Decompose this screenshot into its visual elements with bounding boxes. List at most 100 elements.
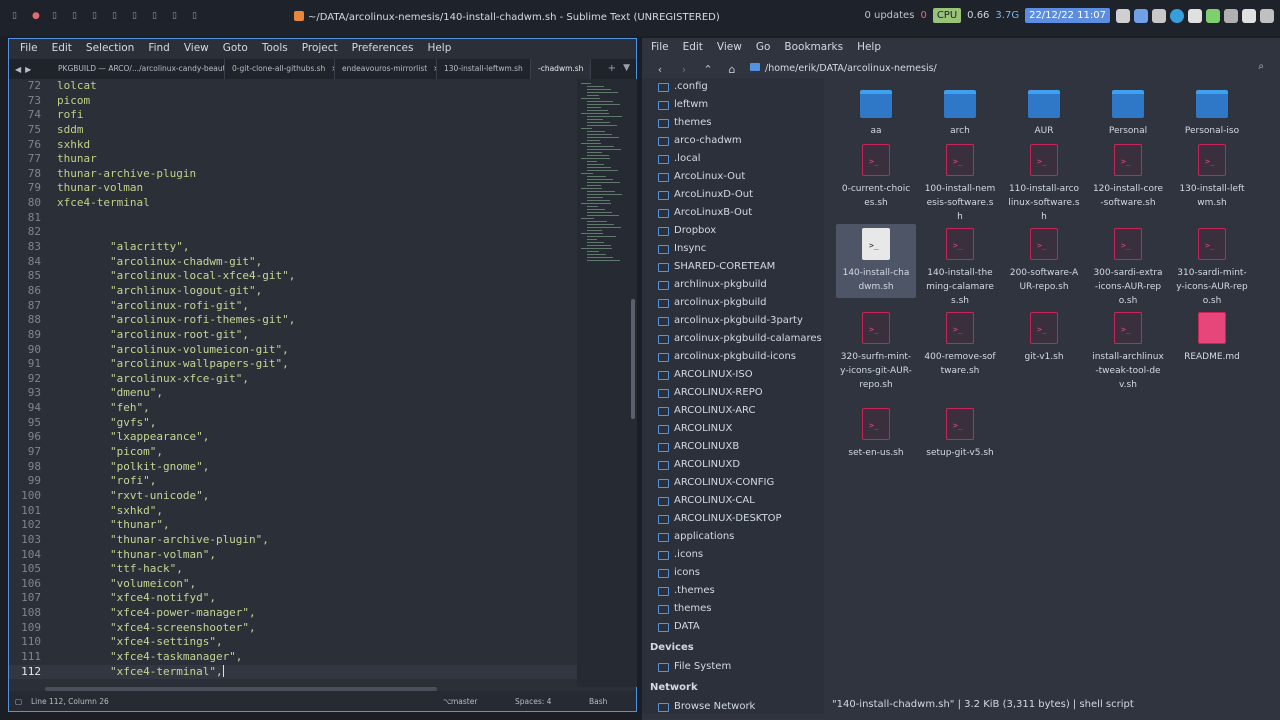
code-line[interactable]: 72 lolcat bbox=[9, 79, 577, 94]
file-item[interactable]: AUR bbox=[1004, 90, 1084, 138]
code-line[interactable]: 93 "dmenu", bbox=[9, 386, 577, 401]
code-line[interactable]: 101 "sxhkd", bbox=[9, 504, 577, 519]
sidebar-item[interactable]: .local bbox=[642, 150, 824, 168]
back-icon[interactable]: ‹ bbox=[648, 63, 672, 76]
code-line[interactable]: 112 "xfce4-terminal", bbox=[9, 664, 577, 680]
sidebar-item[interactable]: icons bbox=[642, 564, 824, 582]
file-item[interactable]: Personal bbox=[1088, 90, 1168, 138]
sidebar-item[interactable]: arcolinux-pkgbuild-3party bbox=[642, 312, 824, 330]
file-item[interactable]: 110-install-arcolinux-software.sh bbox=[1004, 144, 1084, 224]
settings-icon[interactable] bbox=[1260, 8, 1274, 23]
fm-menu-go[interactable]: Go bbox=[749, 38, 778, 58]
file-item[interactable]: git-v1.sh bbox=[1004, 312, 1084, 364]
code-line[interactable]: 103 "thunar-archive-plugin", bbox=[9, 533, 577, 548]
file-item[interactable]: 140-install-chadwm.sh bbox=[836, 224, 916, 298]
code-line[interactable]: 94 "feh", bbox=[9, 401, 577, 416]
code-line[interactable]: 86 "archlinux-logout-git", bbox=[9, 284, 577, 299]
code-line[interactable]: 92 "arcolinux-xfce-git", bbox=[9, 372, 577, 387]
code-line[interactable]: 83 "alacritty", bbox=[9, 240, 577, 255]
file-item[interactable]: README.md bbox=[1172, 312, 1252, 364]
tab-mirrorlist[interactable]: endeavouros-mirrorlist× bbox=[335, 59, 437, 79]
code-area[interactable]: 72 lolcat 73 picom 74 rofi 75 sddm 76 sxhkd 77 thun… bbox=[9, 79, 577, 687]
sidebar-item[interactable]: .icons bbox=[642, 546, 824, 564]
code-line[interactable]: 76 sxhkd bbox=[9, 138, 577, 153]
code-line[interactable]: 96 "lxappearance", bbox=[9, 430, 577, 445]
file-item[interactable]: 320-surfn-mint-y-icons-git-AUR-repo.sh bbox=[836, 312, 916, 392]
menu-edit[interactable]: Edit bbox=[45, 39, 79, 59]
sidebar-item[interactable]: ARCOLINUX-CAL bbox=[642, 492, 824, 510]
syntax[interactable]: Bash bbox=[589, 697, 607, 706]
search-icon[interactable]: ⌕ bbox=[1258, 61, 1264, 72]
code-line[interactable]: 102 "thunar", bbox=[9, 518, 577, 533]
sidebar-item[interactable]: arcolinux-pkgbuild-icons bbox=[642, 348, 824, 366]
sidebar-item[interactable]: Dropbox bbox=[642, 222, 824, 240]
sidebar-item[interactable]: ARCOLINUX-ISO bbox=[642, 366, 824, 384]
menu-preferences[interactable]: Preferences bbox=[345, 39, 421, 59]
sidebar-item[interactable]: ArcoLinux-Out bbox=[642, 168, 824, 186]
gear-icon[interactable] bbox=[1224, 8, 1238, 23]
menu-goto[interactable]: Goto bbox=[216, 39, 255, 59]
vertical-scrollbar[interactable] bbox=[629, 79, 637, 687]
sidebar-item[interactable]: DATA bbox=[642, 618, 824, 636]
file-item[interactable]: Personal-iso bbox=[1172, 90, 1252, 138]
code-line[interactable]: 105 "ttf-hack", bbox=[9, 562, 577, 577]
scrollbar-thumb[interactable] bbox=[631, 299, 635, 419]
tab-git-clone[interactable]: 0-git-clone-all-githubs.sh× bbox=[225, 59, 335, 79]
workspace-9[interactable]: ▯ bbox=[172, 11, 180, 21]
tab-next-icon[interactable]: ▶ bbox=[25, 65, 31, 74]
git-branch[interactable]: master bbox=[451, 697, 477, 706]
updates-indicator[interactable]: 0 updates bbox=[864, 10, 914, 21]
sidebar-item-network[interactable]: Browse Network bbox=[642, 698, 824, 714]
sidebar-item[interactable]: ARCOLINUX bbox=[642, 420, 824, 438]
sidebar-item[interactable]: ARCOLINUX-DESKTOP bbox=[642, 510, 824, 528]
menu-project[interactable]: Project bbox=[295, 39, 345, 59]
tab-chadwm[interactable]: -chadwm.sh● bbox=[531, 59, 591, 79]
discord-icon[interactable] bbox=[1188, 8, 1202, 23]
sidebar-item[interactable]: themes bbox=[642, 600, 824, 618]
sidebar-item[interactable]: ArcoLinuxB-Out bbox=[642, 204, 824, 222]
sidebar-item[interactable]: arcolinux-pkgbuild-calamares bbox=[642, 330, 824, 348]
fm-menu-view[interactable]: View bbox=[710, 38, 749, 58]
bluetooth-icon[interactable] bbox=[1134, 8, 1148, 23]
file-item[interactable]: 400-remove-software.sh bbox=[920, 312, 1000, 378]
code-line[interactable]: 88 "arcolinux-rofi-themes-git", bbox=[9, 313, 577, 328]
menu-find[interactable]: Find bbox=[141, 39, 177, 59]
menu-help[interactable]: Help bbox=[420, 39, 458, 59]
sidebar-item[interactable]: ARCOLINUX-REPO bbox=[642, 384, 824, 402]
tab-menu-icon[interactable]: ▼ bbox=[623, 63, 630, 73]
sidebar-item[interactable]: SHARED-CORETEAM bbox=[642, 258, 824, 276]
code-line[interactable]: 100 "rxvt-unicode", bbox=[9, 489, 577, 504]
code-line[interactable]: 78 thunar-archive-plugin bbox=[9, 167, 577, 182]
workspace-3[interactable]: ▯ bbox=[52, 11, 60, 21]
telegram-icon[interactable] bbox=[1170, 8, 1184, 23]
workspace-indicators[interactable]: ▯ ● ▯ ▯ ▯ ▯ ▯ ▯ ▯ ▯ bbox=[12, 11, 200, 21]
sidebar-item[interactable]: themes bbox=[642, 114, 824, 132]
code-line[interactable]: 104 "thunar-volman", bbox=[9, 548, 577, 563]
workspace-5[interactable]: ▯ bbox=[92, 11, 100, 21]
code-line[interactable]: 74 rofi bbox=[9, 108, 577, 123]
code-line[interactable]: 85 "arcolinux-local-xfce4-git", bbox=[9, 269, 577, 284]
datetime[interactable]: 22/12/22 11:07 bbox=[1025, 8, 1110, 23]
file-item[interactable]: arch bbox=[920, 90, 1000, 138]
code-line[interactable]: 110 "xfce4-settings", bbox=[9, 635, 577, 650]
file-item[interactable]: 0-current-choices.sh bbox=[836, 144, 916, 210]
file-item[interactable]: 140-install-theming-calamares.sh bbox=[920, 228, 1000, 308]
file-item[interactable]: 200-software-AUR-repo.sh bbox=[1004, 228, 1084, 294]
code-line[interactable]: 90 "arcolinux-volumeicon-git", bbox=[9, 343, 577, 358]
sidebar-item[interactable]: .themes bbox=[642, 582, 824, 600]
workspace-2[interactable]: ● bbox=[32, 11, 40, 21]
cursor-position[interactable]: Line 112, Column 26 bbox=[31, 697, 109, 706]
sidebar-item[interactable]: ARCOLINUXB bbox=[642, 438, 824, 456]
file-item[interactable]: set-en-us.sh bbox=[836, 408, 916, 460]
code-line[interactable]: 81 bbox=[9, 211, 577, 226]
menu-view[interactable]: View bbox=[177, 39, 216, 59]
file-item[interactable]: 120-install-core-software.sh bbox=[1088, 144, 1168, 210]
workspace-10[interactable]: ▯ bbox=[192, 11, 200, 21]
code-line[interactable]: 99 "rofi", bbox=[9, 474, 577, 489]
sidebar-item[interactable]: archlinux-pkgbuild bbox=[642, 276, 824, 294]
file-item[interactable]: 130-install-leftwm.sh bbox=[1172, 144, 1252, 210]
tab-leftwm[interactable]: 130-install-leftwm.sh× bbox=[437, 59, 531, 79]
menu-file[interactable]: File bbox=[13, 39, 45, 59]
workspace-8[interactable]: ▯ bbox=[152, 11, 160, 21]
up-icon[interactable]: ⌃ bbox=[696, 63, 720, 76]
